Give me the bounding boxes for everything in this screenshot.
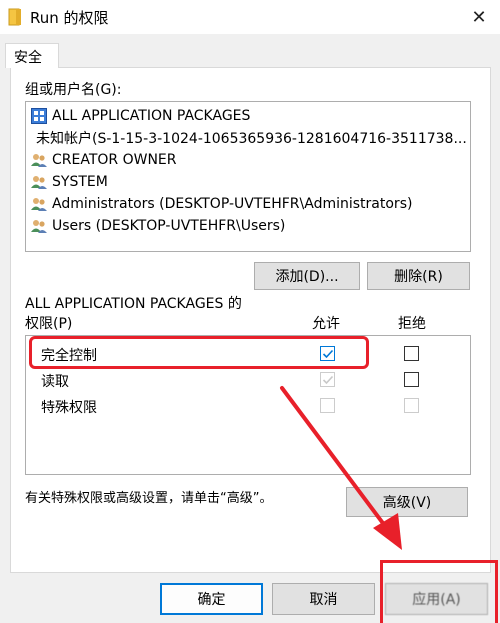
permission-read: 读取: [41, 374, 69, 390]
list-item-creator-owner[interactable]: CREATOR OWNER: [31, 149, 466, 171]
ok-button[interactable]: 确定: [160, 583, 263, 615]
app-packages-icon: [31, 108, 47, 124]
list-item-users[interactable]: Users (DESKTOP-UVTEHFR\Users): [31, 215, 466, 237]
add-button[interactable]: 添加(D)...: [254, 262, 360, 290]
user-name: 未知帐户(S-1-15-3-1024-1065365936-1281604716…: [36, 131, 466, 147]
list-item-system[interactable]: SYSTEM: [31, 171, 466, 193]
list-item-unknown-account[interactable]: 未知帐户(S-1-15-3-1024-1065365936-1281604716…: [31, 127, 466, 149]
window-title: Run 的权限: [30, 9, 109, 27]
tab-security[interactable]: 安全: [5, 43, 59, 68]
cancel-button[interactable]: 取消: [272, 583, 375, 615]
users-list-label: 组或用户名(G):: [25, 82, 122, 98]
close-button[interactable]: ✕: [465, 4, 493, 30]
highlight-box-full-control: [29, 336, 369, 369]
allow-read-checkbox[interactable]: [320, 372, 335, 387]
deny-special-checkbox[interactable]: [404, 398, 419, 413]
users-list[interactable]: ALL APPLICATION PACKAGES 未知帐户(S-1-15-3-1…: [25, 101, 471, 252]
allow-column-header: 允许: [312, 316, 340, 332]
deny-read-checkbox[interactable]: [404, 372, 419, 387]
highlight-box-apply: [380, 560, 498, 623]
users-group-icon: [31, 176, 47, 189]
deny-column-header: 拒绝: [398, 316, 426, 332]
users-group-icon: [31, 220, 47, 233]
folder-icon: [8, 8, 22, 26]
remove-button[interactable]: 删除(R): [367, 262, 470, 290]
user-name: ALL APPLICATION PACKAGES: [52, 108, 251, 124]
advanced-button[interactable]: 高级(V): [346, 487, 468, 517]
check-icon: [322, 375, 334, 385]
permissions-label: 权限(P): [25, 316, 73, 332]
deny-full-control-checkbox[interactable]: [404, 346, 419, 361]
list-item-administrators[interactable]: Administrators (DESKTOP-UVTEHFR\Administ…: [31, 193, 466, 215]
users-group-icon: [31, 198, 47, 211]
user-name: Administrators (DESKTOP-UVTEHFR\Administ…: [52, 196, 413, 212]
user-name: CREATOR OWNER: [52, 152, 177, 168]
user-name: Users (DESKTOP-UVTEHFR\Users): [52, 218, 286, 234]
user-name: SYSTEM: [52, 174, 108, 190]
allow-special-checkbox[interactable]: [320, 398, 335, 413]
close-icon: ✕: [471, 6, 487, 28]
list-item-all-app-packages[interactable]: ALL APPLICATION PACKAGES: [31, 105, 466, 127]
advanced-note: 有关特殊权限或高级设置，请单击“高级”。: [25, 491, 273, 506]
permissions-for-label: ALL APPLICATION PACKAGES 的: [25, 296, 242, 312]
users-group-icon: [31, 154, 47, 167]
permission-special: 特殊权限: [41, 400, 97, 416]
